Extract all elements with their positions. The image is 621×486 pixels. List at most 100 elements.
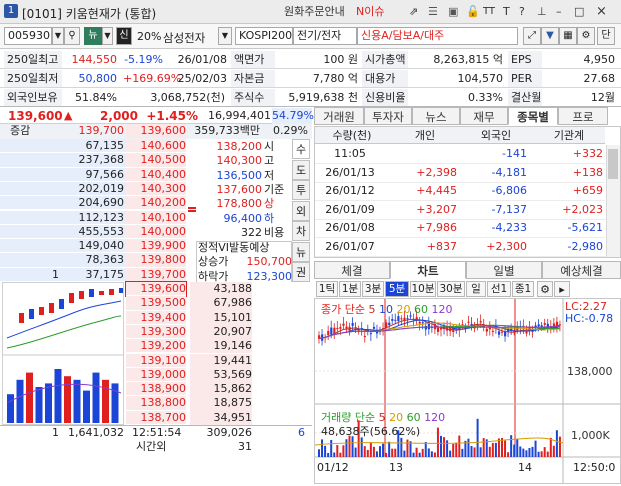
chart-tab-2[interactable]: 일별 <box>466 261 542 279</box>
pin-icon[interactable]: ⊥ <box>537 4 547 20</box>
font-size-icon[interactable]: TT <box>483 4 495 20</box>
pin-down-icon[interactable]: ▼ <box>541 27 559 45</box>
gear-icon[interactable]: ⚙ <box>577 27 595 45</box>
chart-settings-icon[interactable]: ⚙ <box>537 281 553 297</box>
ask-price[interactable]: 139,700 <box>126 267 186 282</box>
type-dropdown-icon[interactable]: ▼ <box>102 27 113 45</box>
bid-price[interactable]: 139,300 <box>126 324 186 340</box>
ask-quantity[interactable]: 78,363 <box>60 253 125 267</box>
bid-quantity[interactable]: 19,146 <box>190 339 252 354</box>
ask-quantity[interactable]: 455,553 <box>60 225 125 239</box>
bid-price[interactable]: 139,100 <box>126 353 186 368</box>
side-tab-4[interactable]: 차 <box>292 221 310 241</box>
side-tab-1[interactable]: 도 <box>292 159 310 180</box>
price-chart[interactable]: 종가 단순 5 10 20 60 120 LC:2.27 HC:-0.78 13… <box>314 298 621 484</box>
ask-price[interactable]: 140,500 <box>126 153 186 168</box>
help-button[interactable]: ? <box>519 4 525 20</box>
bid-quantity[interactable]: 53,569 <box>190 367 252 383</box>
ask-quantity[interactable]: 204,690 <box>60 196 125 210</box>
bid-quantity[interactable]: 15,862 <box>190 382 252 397</box>
stock-code-input[interactable]: 005930 <box>4 27 52 45</box>
ask-price[interactable]: 140,400 <box>126 167 186 182</box>
bid-quantity[interactable]: 18,875 <box>190 396 252 411</box>
link-icon[interactable]: ⇗ <box>409 4 418 20</box>
name-dropdown-icon[interactable]: ▼ <box>218 27 232 45</box>
right-tab-0[interactable]: 거래원 <box>314 107 364 125</box>
chart-period-3[interactable]: 5분 <box>385 281 409 297</box>
order-info-link[interactable]: 원화주문안내 <box>284 4 345 20</box>
chart-period-6[interactable]: 일 <box>466 281 486 297</box>
ask-quantity[interactable]: 67,135 <box>60 139 125 153</box>
chart-canvas[interactable] <box>314 299 620 483</box>
right-tab-2[interactable]: 뉴스 <box>412 107 460 125</box>
right-tab-5[interactable]: 프로 <box>558 107 608 125</box>
chart-tab-3[interactable]: 예상체결 <box>542 261 621 279</box>
bid-price[interactable]: 139,600 <box>125 280 187 298</box>
maximize-button[interactable]: □ <box>574 4 584 20</box>
bid-quantity[interactable]: 19,441 <box>190 353 252 368</box>
chart-tab-0[interactable]: 체결 <box>314 261 390 279</box>
chart-period-5[interactable]: 30분 <box>437 281 465 297</box>
chart-period-4[interactable]: 10분 <box>410 281 436 297</box>
volume-bar <box>540 451 543 457</box>
side-tab-3[interactable]: 외 <box>292 200 310 221</box>
ask-quantity[interactable]: 149,040 <box>60 239 125 253</box>
chart-period-0[interactable]: 1틱 <box>316 281 338 297</box>
chart-expand-icon[interactable]: ▸ <box>554 281 570 297</box>
mini-candle <box>49 303 54 313</box>
bid-price[interactable]: 138,800 <box>126 396 186 411</box>
chart-period-1[interactable]: 1분 <box>339 281 361 297</box>
ask-price[interactable]: 140,600 <box>126 139 186 154</box>
lock-icon[interactable]: 🔓 <box>466 4 480 20</box>
ask-price[interactable]: 139,900 <box>126 239 186 254</box>
bid-price[interactable]: 138,900 <box>126 382 186 397</box>
grid-icon[interactable]: ▦ <box>559 27 577 45</box>
bid-quantity[interactable]: 20,907 <box>190 324 252 340</box>
type-button[interactable]: 뉴 <box>84 27 102 45</box>
list-icon[interactable]: ☰ <box>428 4 438 20</box>
bid-quantity[interactable]: 15,101 <box>190 310 252 325</box>
ask-quantity[interactable]: 202,019 <box>60 182 125 196</box>
single-button[interactable]: 단 <box>597 27 615 45</box>
bid-price[interactable]: 139,200 <box>126 339 186 354</box>
code-dropdown-icon[interactable]: ▼ <box>52 27 64 45</box>
screen-icon[interactable]: ▣ <box>448 4 458 20</box>
bid-quantity[interactable]: 43,188 <box>190 282 252 297</box>
ask-quantity[interactable]: 97,566 <box>60 168 125 182</box>
ask-price[interactable]: 140,000 <box>126 224 186 240</box>
side-tab-2[interactable]: 투 <box>292 180 310 200</box>
close-button[interactable]: × <box>596 4 607 20</box>
right-tab-3[interactable]: 재무 <box>460 107 508 125</box>
bid-quantity[interactable]: 67,986 <box>190 296 252 311</box>
side-tab-0[interactable]: 수 <box>292 139 310 159</box>
side-tab-5[interactable]: 뉴 <box>292 241 310 262</box>
bid-quantity[interactable]: 34,951 <box>190 410 252 425</box>
investor-scroll-thumb[interactable] <box>608 149 618 179</box>
minimize-button[interactable]: – <box>556 4 562 20</box>
volume-bar <box>516 439 519 457</box>
bid-price[interactable]: 139,400 <box>126 310 186 325</box>
search-icon[interactable]: ⚲ <box>64 27 80 45</box>
chart-period-2[interactable]: 3분 <box>362 281 384 297</box>
credit-button[interactable]: 신 <box>116 27 132 45</box>
ask-price[interactable]: 139,800 <box>126 253 186 268</box>
chart-period-8[interactable]: 종1 <box>512 281 534 297</box>
ask-price[interactable]: 140,200 <box>126 196 186 211</box>
ask-quantity[interactable]: 237,368 <box>60 153 125 167</box>
ask-quantity[interactable]: 112,123 <box>60 211 125 225</box>
side-tab-6[interactable]: 권 <box>292 262 310 282</box>
ask-price[interactable]: 140,300 <box>126 181 186 197</box>
t-button[interactable]: T <box>503 4 510 20</box>
chart-tab-1[interactable]: 차트 <box>390 261 466 279</box>
bid-price[interactable]: 138,700 <box>126 410 186 425</box>
ask-marker <box>188 206 196 209</box>
right-tab-1[interactable]: 투자자 <box>364 107 412 125</box>
chart-period-7[interactable]: 선1 <box>487 281 511 297</box>
bid-price[interactable]: 139,500 <box>126 296 186 311</box>
ask-price[interactable]: 140,100 <box>126 210 186 225</box>
fullscreen-icon[interactable]: ⤢ <box>523 27 541 45</box>
n-issue-link[interactable]: N이슈 <box>356 4 384 20</box>
right-tab-4[interactable]: 종목별 <box>508 107 558 125</box>
ask-quantity[interactable]: 37,175 <box>60 268 125 282</box>
bid-price[interactable]: 139,000 <box>126 367 186 383</box>
